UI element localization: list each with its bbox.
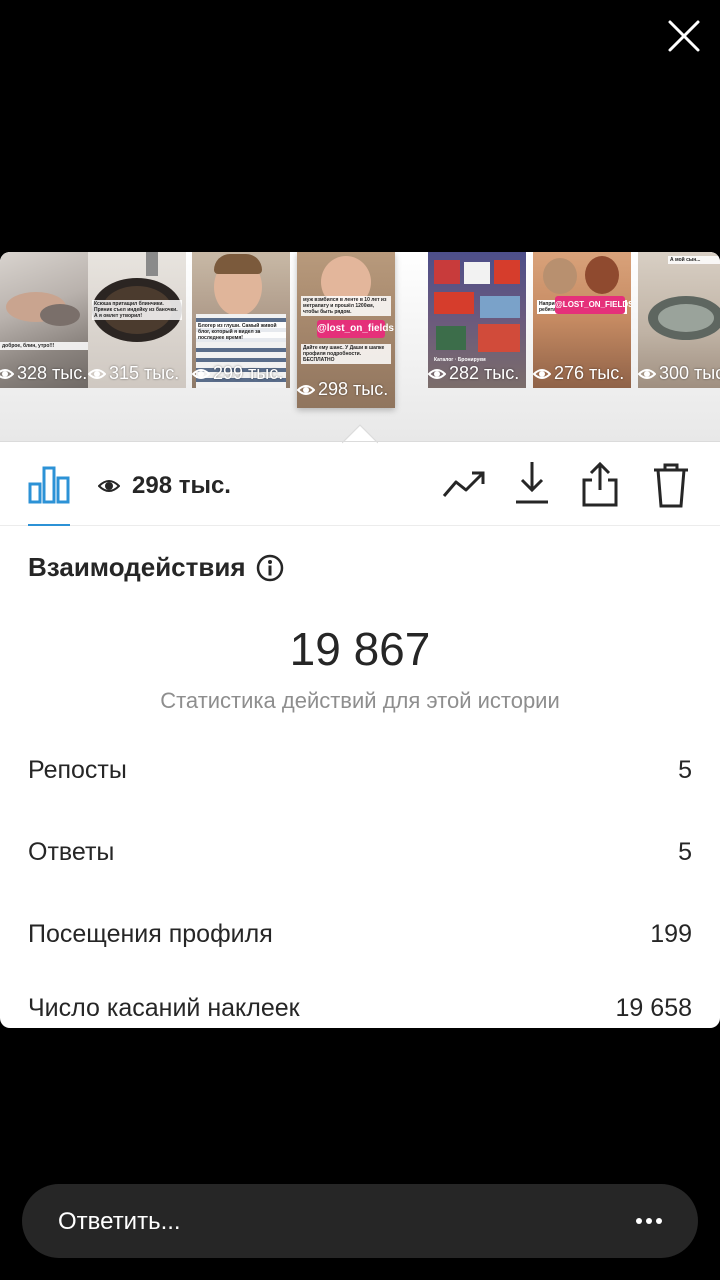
story-caption: доброе, блин, утро!!!	[0, 342, 90, 350]
eye-icon	[0, 368, 14, 379]
eye-icon	[98, 480, 120, 492]
story-view-count: 299 тыс.	[192, 363, 283, 384]
reach-summary: 298 тыс.	[98, 472, 231, 500]
eye-icon	[533, 368, 551, 379]
stat-label: Число касаний наклеек	[28, 994, 300, 1022]
stat-label: Репосты	[28, 756, 127, 784]
story-view-count: 300 тыс.	[638, 363, 720, 384]
stat-label: Ответы	[28, 838, 115, 866]
story-view-count: 298 тыс.	[297, 379, 388, 400]
story-caption-secondary: Дайте ему шанс. У Даши в шапке профиля п…	[301, 344, 391, 364]
stat-value: 19 658	[615, 994, 692, 1022]
story-view-count: 276 тыс.	[533, 363, 624, 384]
story-thumbnail[interactable]: Каталог · Бронируем 282 тыс.	[428, 252, 526, 388]
eye-icon	[638, 368, 656, 379]
stat-row-replies: Ответы 5	[28, 838, 692, 867]
stat-row-profile-visits: Посещения профиля 199	[28, 920, 692, 949]
stat-row-sticker-taps: Число касаний наклеек 19 658	[28, 994, 692, 1023]
story-caption: Ксюша притащил блинчики. Пряник съел инд…	[92, 300, 182, 320]
story-thumbnail[interactable]: Блогер из глуши. Самый живой блог, котор…	[192, 252, 290, 388]
story-thumbnail-active[interactable]: муж взмбился в ленте в 10 лет из метрапа…	[297, 252, 395, 408]
story-mention-tag: @lost_on_fields	[317, 320, 394, 338]
story-thumbnail-strip[interactable]: доброе, блин, утро!!! 328 тыс. Ксюша при…	[0, 252, 720, 444]
interactions-title: Взаимодействия	[28, 552, 246, 582]
eye-icon	[192, 368, 210, 379]
story-caption: муж взмбился в ленте в 10 лет из метрапа…	[301, 296, 391, 316]
close-icon[interactable]	[664, 16, 704, 56]
story-view-count: 282 тыс.	[428, 363, 519, 384]
story-view-count: 328 тыс.	[0, 363, 87, 384]
stat-value: 5	[678, 756, 692, 784]
story-thumbnail[interactable]: доброе, блин, утро!!! 328 тыс.	[0, 252, 94, 388]
story-thumbnail[interactable]: Например, под их вниманием ребята @LOST_…	[533, 252, 631, 388]
eye-icon	[88, 368, 106, 379]
story-thumbnail[interactable]: А мой сын... 300 тыс.	[638, 252, 720, 388]
insights-sheet: доброе, блин, утро!!! 328 тыс. Ксюша при…	[0, 252, 720, 1028]
stat-value: 199	[650, 920, 692, 948]
story-caption: Блогер из глуши. Самый живой блог, котор…	[196, 322, 286, 342]
stat-row-reposts: Репосты 5	[28, 756, 692, 785]
eye-icon	[428, 368, 446, 379]
stat-label: Посещения профиля	[28, 920, 273, 948]
insights-toolbar: 298 тыс.	[0, 442, 720, 526]
trash-icon[interactable]	[652, 462, 690, 508]
story-view-count: 315 тыс.	[88, 363, 179, 384]
reply-placeholder: Ответить...	[58, 1208, 181, 1235]
reply-input[interactable]: Ответить...	[22, 1184, 698, 1258]
interactions-total: 19 867	[289, 623, 431, 675]
reach-count: 298 тыс.	[132, 472, 231, 499]
active-story-pointer	[342, 424, 378, 444]
eye-icon	[297, 384, 315, 395]
download-icon[interactable]	[514, 460, 550, 506]
share-icon[interactable]	[580, 460, 620, 508]
stat-value: 5	[678, 838, 692, 866]
story-thumbnail[interactable]: Ксюша притащил блинчики. Пряник съел инд…	[88, 252, 186, 388]
interactions-heading: Взаимодействия	[28, 552, 284, 583]
bar-chart-icon[interactable]	[28, 464, 70, 504]
story-caption: А мой сын...	[668, 256, 720, 264]
more-icon[interactable]	[634, 1210, 664, 1232]
interactions-subtitle: Статистика действий для этой истории	[160, 688, 560, 713]
trend-icon[interactable]	[442, 468, 486, 502]
story-mention-tag: @LOST_ON_FIELDS	[555, 296, 631, 314]
info-icon[interactable]	[256, 554, 284, 582]
active-tab-indicator	[28, 524, 70, 526]
